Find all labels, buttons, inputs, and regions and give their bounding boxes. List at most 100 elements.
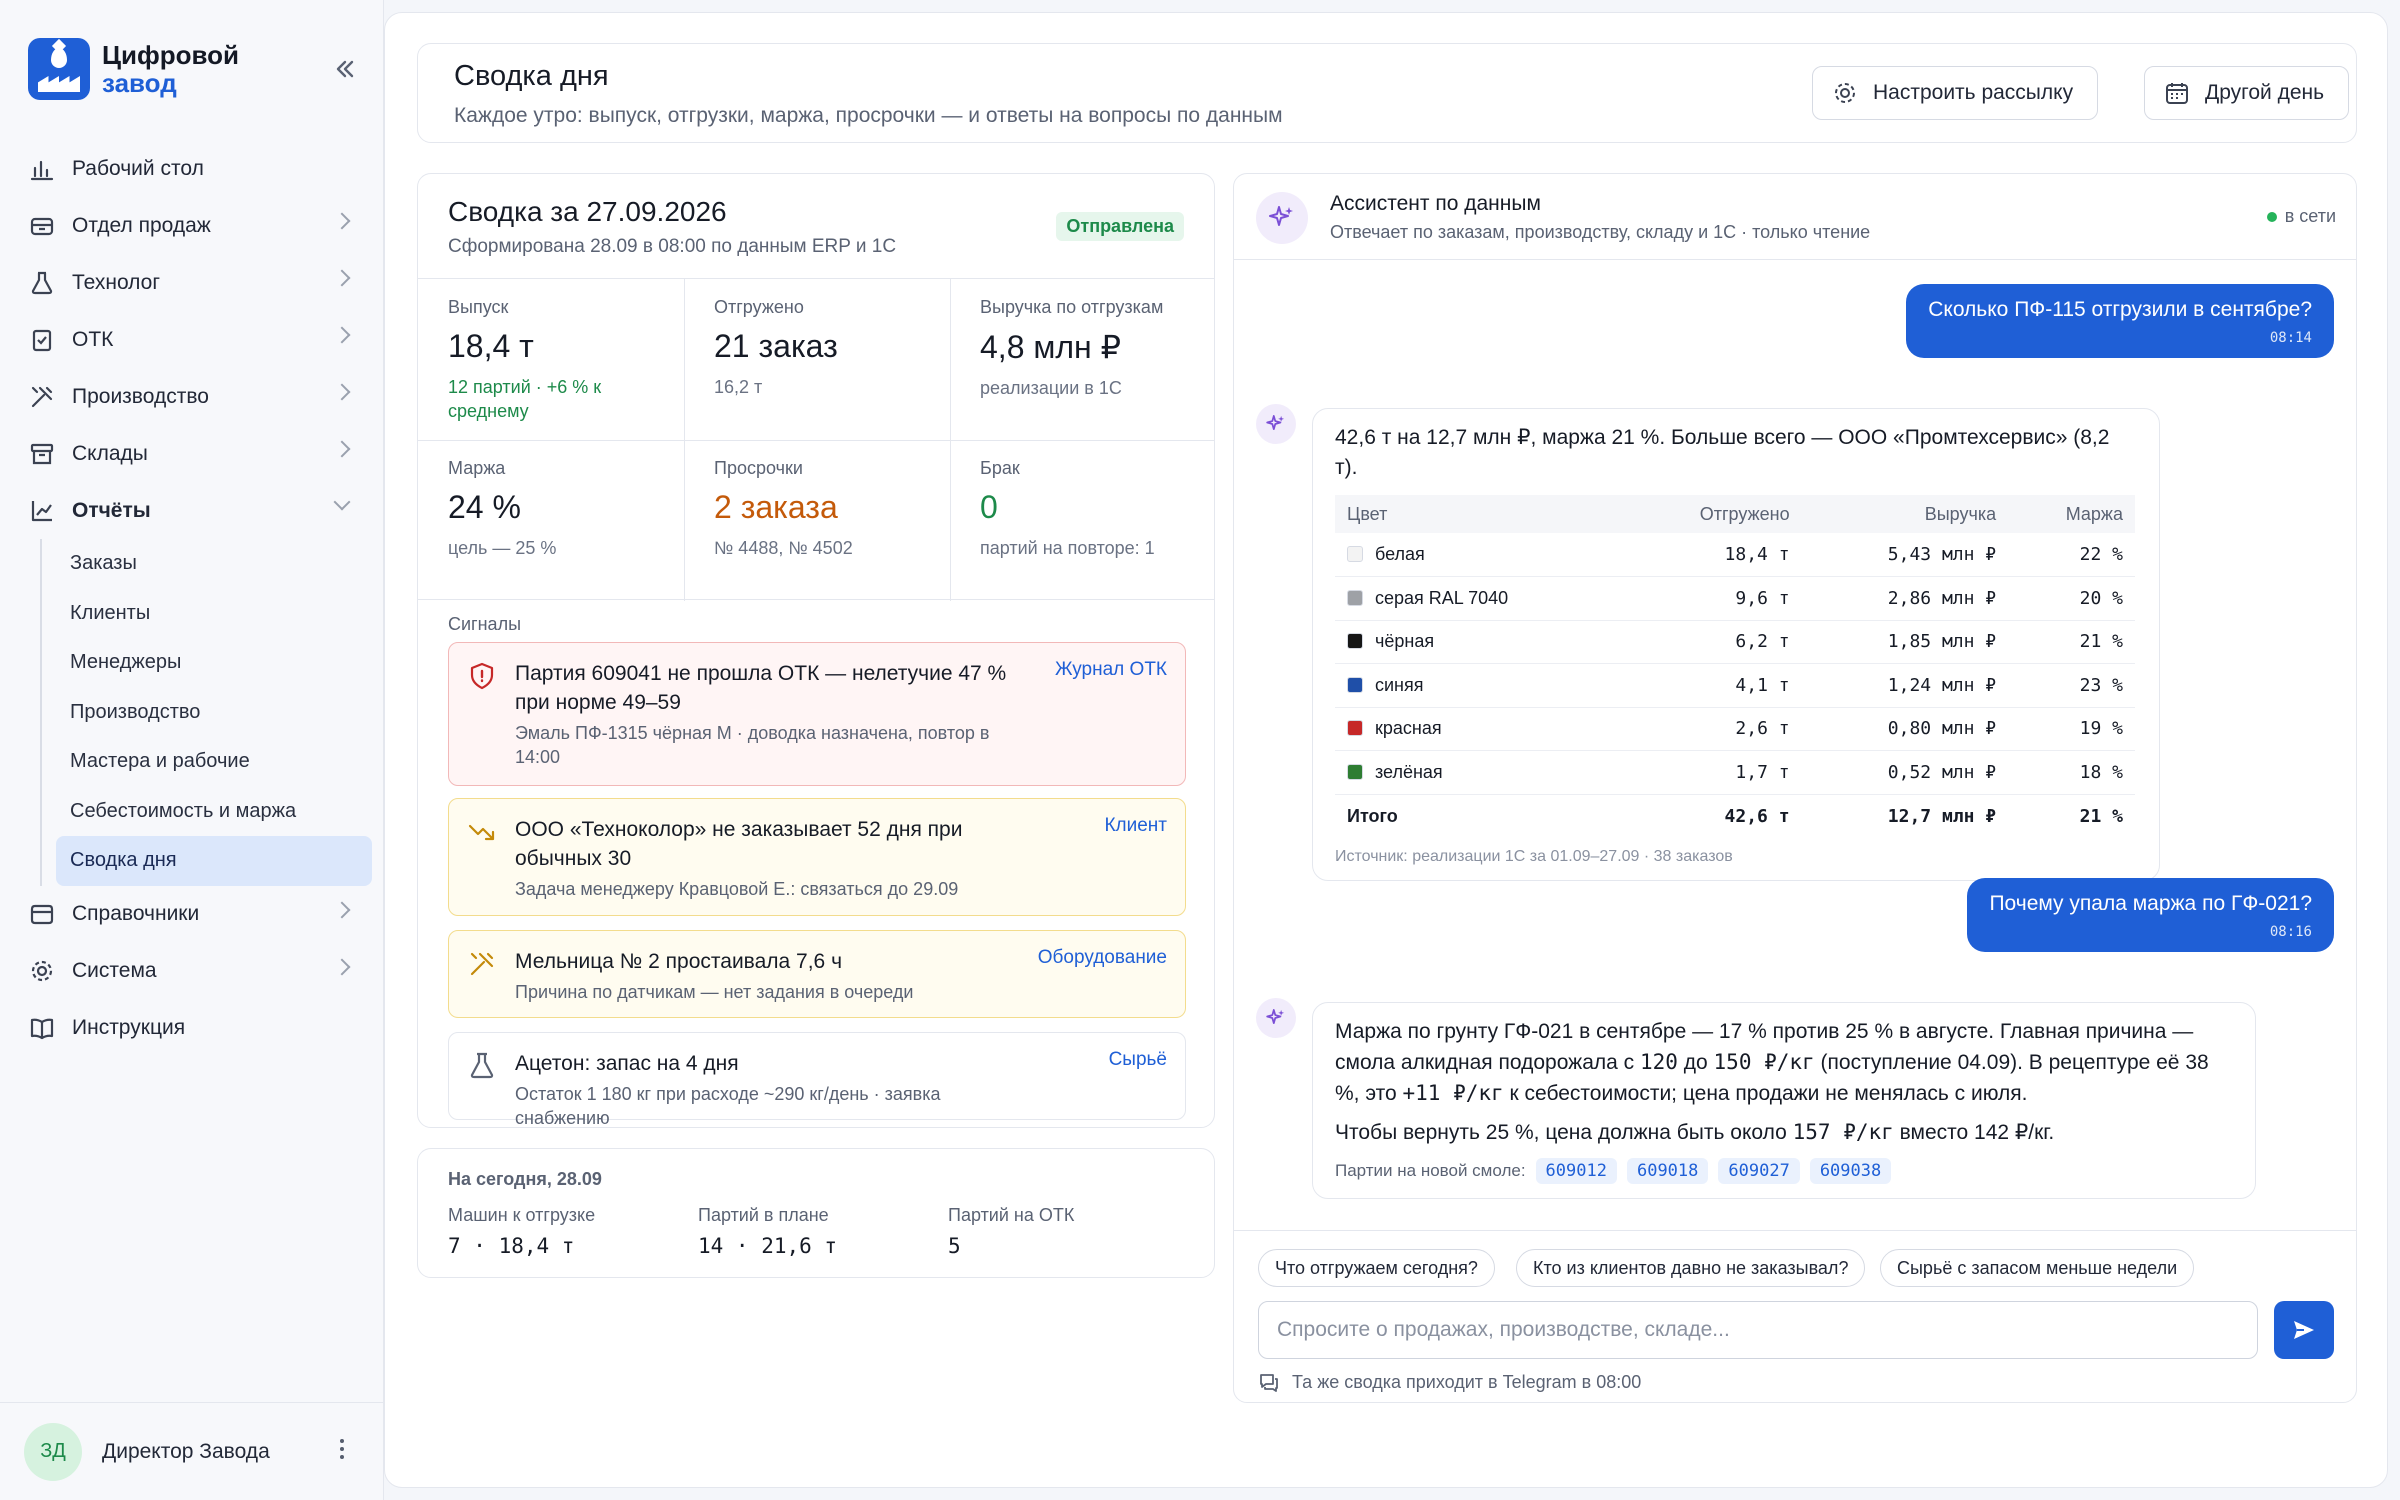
table-row: зелёная 1,7 т 0,52 млн ₽18 % [1335,750,2135,795]
nav-item-manual[interactable]: Инструкция [0,1000,384,1057]
today-label: Партий на ОТК [948,1205,1075,1225]
signal-client-inactive[interactable]: ООО «Техноколор» не заказывает 52 дня пр… [448,798,1186,916]
folder-icon [28,900,56,928]
margin-cell: 19 % [2008,707,2135,751]
today-batches-qc: Партий на ОТК 5 [948,1205,1074,1258]
signal-mill-idle[interactable]: Мельница № 2 простаивала 7,6 ч Причина п… [448,930,1186,1018]
chat-composer: Что отгружаем сегодня? Кто из клиентов д… [1234,1230,2356,1402]
batch-chip[interactable]: 609012 [1535,1158,1617,1184]
batch-chip[interactable]: 609018 [1626,1158,1709,1184]
color-swatch-icon [1347,546,1363,562]
today-trucks: Машин к отгрузке 7 · 18,4 т [448,1205,595,1258]
metric-shipped: Отгружено 21 заказ 16,2 т [684,279,950,440]
source-note: Источник: реализации 1С за 01.09–27.09 ·… [1335,847,1733,865]
chat-input[interactable] [1258,1301,2258,1359]
metric-value: 21 заказ [714,328,838,364]
subnav-item-orders[interactable]: Заказы [56,539,372,589]
chevron-right-icon [333,212,351,230]
quick-question-chip[interactable]: Что отгружаем сегодня? [1258,1249,1495,1287]
configure-mailing-button[interactable]: Настроить рассылку [1812,66,2099,120]
client-link[interactable]: Клиент [1104,815,1167,837]
data-assistant-panel: Ассистент по данным Отвечает по заказам,… [1233,173,2357,1403]
signal-qc-failed[interactable]: Партия 609041 не прошла ОТК — нелетучие … [448,642,1186,786]
user-name: Директор Завода [102,1439,270,1463]
message-time: 08:16 [2269,924,2312,940]
col-header: Отгружено [1623,495,1802,533]
nav-item-production[interactable]: Производство [0,368,384,425]
brand-logo[interactable]: Цифровой завод [28,38,239,100]
avatar: ЗД [24,1422,82,1481]
color-cell: зелёная [1335,750,1624,795]
signal-sub: Остаток 1 180 кг при расходе ~290 кг/ден… [515,1084,941,1128]
trend-down-icon [467,817,497,847]
color-breakdown-table: Цвет Отгружено Выручка Маржа белая 18,4 т… [1335,495,2135,838]
table-row: белая 18,4 т 5,43 млн ₽22 % [1335,533,2135,577]
quick-question-chip[interactable]: Кто из клиентов давно не заказывал? [1516,1249,1866,1287]
metric-value: 18,4 т [448,328,534,364]
qc-journal-link[interactable]: Журнал ОТК [1055,659,1167,681]
assistant-title: Ассистент по данным [1330,192,1541,215]
nav-item-references[interactable]: Справочники [0,886,384,943]
nav-item-warehouses[interactable]: Склады [0,425,384,482]
nav-item-sales[interactable]: Отдел продаж [0,197,384,254]
factory-logo-icon [28,38,90,100]
subnav-item-managers[interactable]: Менеджеры [56,638,372,688]
signal-title: ООО «Техноколор» не заказывает 52 дня пр… [515,818,963,870]
color-swatch-icon [1347,676,1363,693]
subnav-item-masters[interactable]: Мастера и рабочие [56,737,372,787]
revenue-cell: 0,80 млн ₽ [1801,707,2009,751]
nav-item-reports[interactable]: Отчёты [0,482,384,539]
user-message: Сколько ПФ-115 отгрузили в сентябре? 08:… [1906,284,2334,358]
assistant-message: Маржа по грунту ГФ-021 в сентябре — 17 %… [1312,1002,2256,1199]
assistant-message: 42,6 т на 12,7 млн ₽, маржа 21 %. Больше… [1312,408,2160,881]
nav-item-technologist[interactable]: Технолог [0,254,384,311]
other-day-button[interactable]: Другой день [2144,66,2350,120]
sparkles-icon [1256,192,1308,244]
message-text: Маржа по грунту ГФ-021 в сентябре — 17 %… [1335,1020,2209,1105]
collapse-sidebar-icon[interactable] [330,54,360,84]
revenue-cell: 1,85 млн ₽ [1801,620,2009,664]
shipped-cell: 9,6 т [1623,576,1802,621]
reports-subnav: Заказы Клиенты Менеджеры Производство Ма… [40,539,384,886]
today-value: 14 · 21,6 т [698,1234,838,1258]
chevron-right-icon [333,901,351,918]
flask-icon [28,269,56,297]
metric-value: 0 [980,489,998,525]
nav-item-system[interactable]: Система [0,943,384,1000]
batch-chips: Партии на новой смоле: 609012 609018 609… [1335,1158,2233,1184]
chevron-right-icon [333,958,351,975]
chips-label: Партии на новой смоле: [1335,1161,1526,1180]
nav-item-desktop[interactable]: Рабочий стол [0,140,384,197]
user-profile[interactable]: ЗД Директор Завода [0,1402,384,1500]
signal-title: Ацетон: запас на 4 дня [515,1052,739,1075]
chevron-down-icon [333,493,351,511]
subnav-item-production[interactable]: Производство [56,688,372,738]
archive-icon [28,440,56,468]
chevron-right-icon [333,440,351,458]
page-subtitle: Каждое утро: выпуск, отгрузки, маржа, пр… [454,104,1283,127]
tools-icon [28,383,56,411]
metric-note: 12 партий · +6 % к среднему [448,377,602,421]
batch-chip[interactable]: 609038 [1809,1158,1892,1184]
configure-mailing-label: Настроить рассылку [1873,81,2074,104]
raw-materials-link[interactable]: Сырьё [1109,1049,1167,1071]
sidebar: Цифровой завод Рабочий стол Отдел продаж… [0,0,384,1500]
subnav-item-daily-summary[interactable]: Сводка дня [56,836,372,886]
chevron-right-icon [333,269,351,287]
send-button[interactable] [2274,1301,2334,1359]
signal-acetone-stock[interactable]: Ацетон: запас на 4 дня Остаток 1 180 кг … [448,1032,1186,1127]
subnav-item-clients[interactable]: Клиенты [56,589,372,639]
telegram-note: Та же сводка приходит в Telegram в 08:00 [1258,1371,1641,1393]
batch-chip[interactable]: 609027 [1718,1158,1800,1184]
more-vertical-icon[interactable] [340,1439,344,1463]
equipment-link[interactable]: Оборудование [1038,947,1167,969]
other-day-label: Другой день [2205,81,2325,104]
nav-item-qc[interactable]: ОТК [0,311,384,368]
quick-question-chip[interactable]: Сырьё с запасом меньше недели [1880,1249,2195,1287]
revenue-cell: 0,52 млн ₽ [1801,750,2009,795]
today-card: На сегодня, 28.09 Машин к отгрузке 7 · 1… [417,1148,1215,1278]
subnav-item-cost-margin[interactable]: Себестоимость и маржа [56,787,372,837]
margin-cell: 21 % [2008,620,2135,664]
color-cell: белая [1335,533,1624,577]
chevron-right-icon [333,383,351,401]
